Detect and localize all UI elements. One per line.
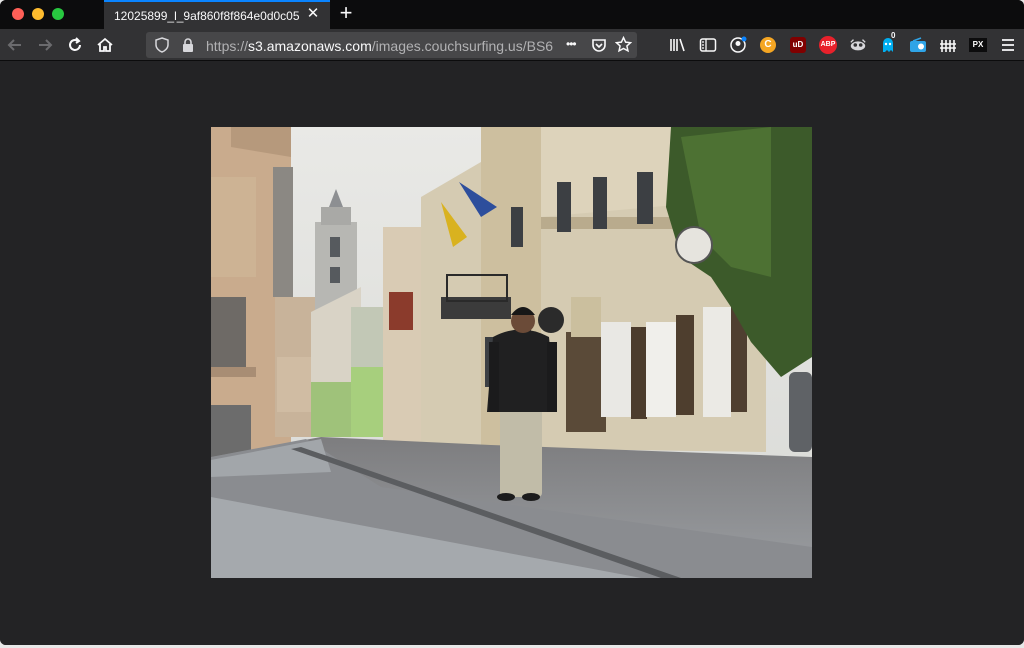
page-actions-menu-icon[interactable]: ••• [566,37,577,51]
tab-bar: 12025899_l_9af860f8f864e0d0c05 ✕ + [0,0,1024,29]
account-icon[interactable] [729,36,747,54]
ublock-origin-icon[interactable]: uD [789,36,807,54]
url-text[interactable]: https://s3.amazonaws.com/images.couchsur… [206,38,562,54]
forward-button[interactable] [34,34,56,56]
ublock-origin-label: uD [790,37,806,53]
home-icon [97,37,113,52]
pocket-icon[interactable] [591,37,607,58]
reload-button[interactable] [64,34,86,56]
hamburger-menu-icon[interactable] [999,36,1017,54]
library-icon[interactable] [669,36,687,54]
url-host: s3.amazonaws.com [248,38,372,54]
window-minimize-button[interactable] [32,8,44,20]
radio-extension-icon[interactable] [909,36,927,54]
tab-title: 12025899_l_9af860f8f864e0d0c05 [114,9,300,23]
home-button[interactable] [94,34,116,56]
extension-c-label: C [760,37,776,53]
tampermonkey-icon[interactable] [849,36,867,54]
back-button[interactable] [4,34,26,56]
new-tab-button[interactable]: + [336,2,356,24]
reload-icon [69,37,81,51]
street-photo[interactable] [211,127,812,578]
page-content [0,62,1024,645]
lock-icon[interactable] [180,37,196,58]
ghostery-icon[interactable]: 0 [879,31,897,54]
fence-extension-icon[interactable] [939,36,957,54]
back-arrow-icon [7,39,21,51]
shield-icon[interactable] [154,37,170,58]
street-photo-image [211,127,812,578]
bookmark-star-icon[interactable] [614,35,633,58]
navigation-toolbar: https://s3.amazonaws.com/images.couchsur… [0,29,1024,61]
close-tab-icon[interactable]: ✕ [306,6,320,21]
forward-arrow-icon [39,39,53,51]
sidebar-icon[interactable] [699,36,717,54]
perfectpixel-label: PX [969,38,987,52]
active-tab[interactable]: 12025899_l_9af860f8f864e0d0c05 ✕ [104,0,330,29]
window-maximize-button[interactable] [52,8,64,20]
url-path: /images.couchsurfing.us/BS6 [371,38,554,54]
extension-c-icon[interactable]: C [759,36,777,54]
adblock-plus-label: ABP [819,36,837,54]
adblock-plus-icon[interactable]: ABP [819,36,837,54]
ghostery-badge-count: 0 [891,31,896,40]
url-scheme: https:// [206,38,249,54]
perfectpixel-icon[interactable]: PX [969,36,987,54]
address-bar[interactable]: https://s3.amazonaws.com/images.couchsur… [146,32,637,58]
browser-window: 12025899_l_9af860f8f864e0d0c05 ✕ + https… [0,0,1024,645]
window-close-button[interactable] [12,8,24,20]
